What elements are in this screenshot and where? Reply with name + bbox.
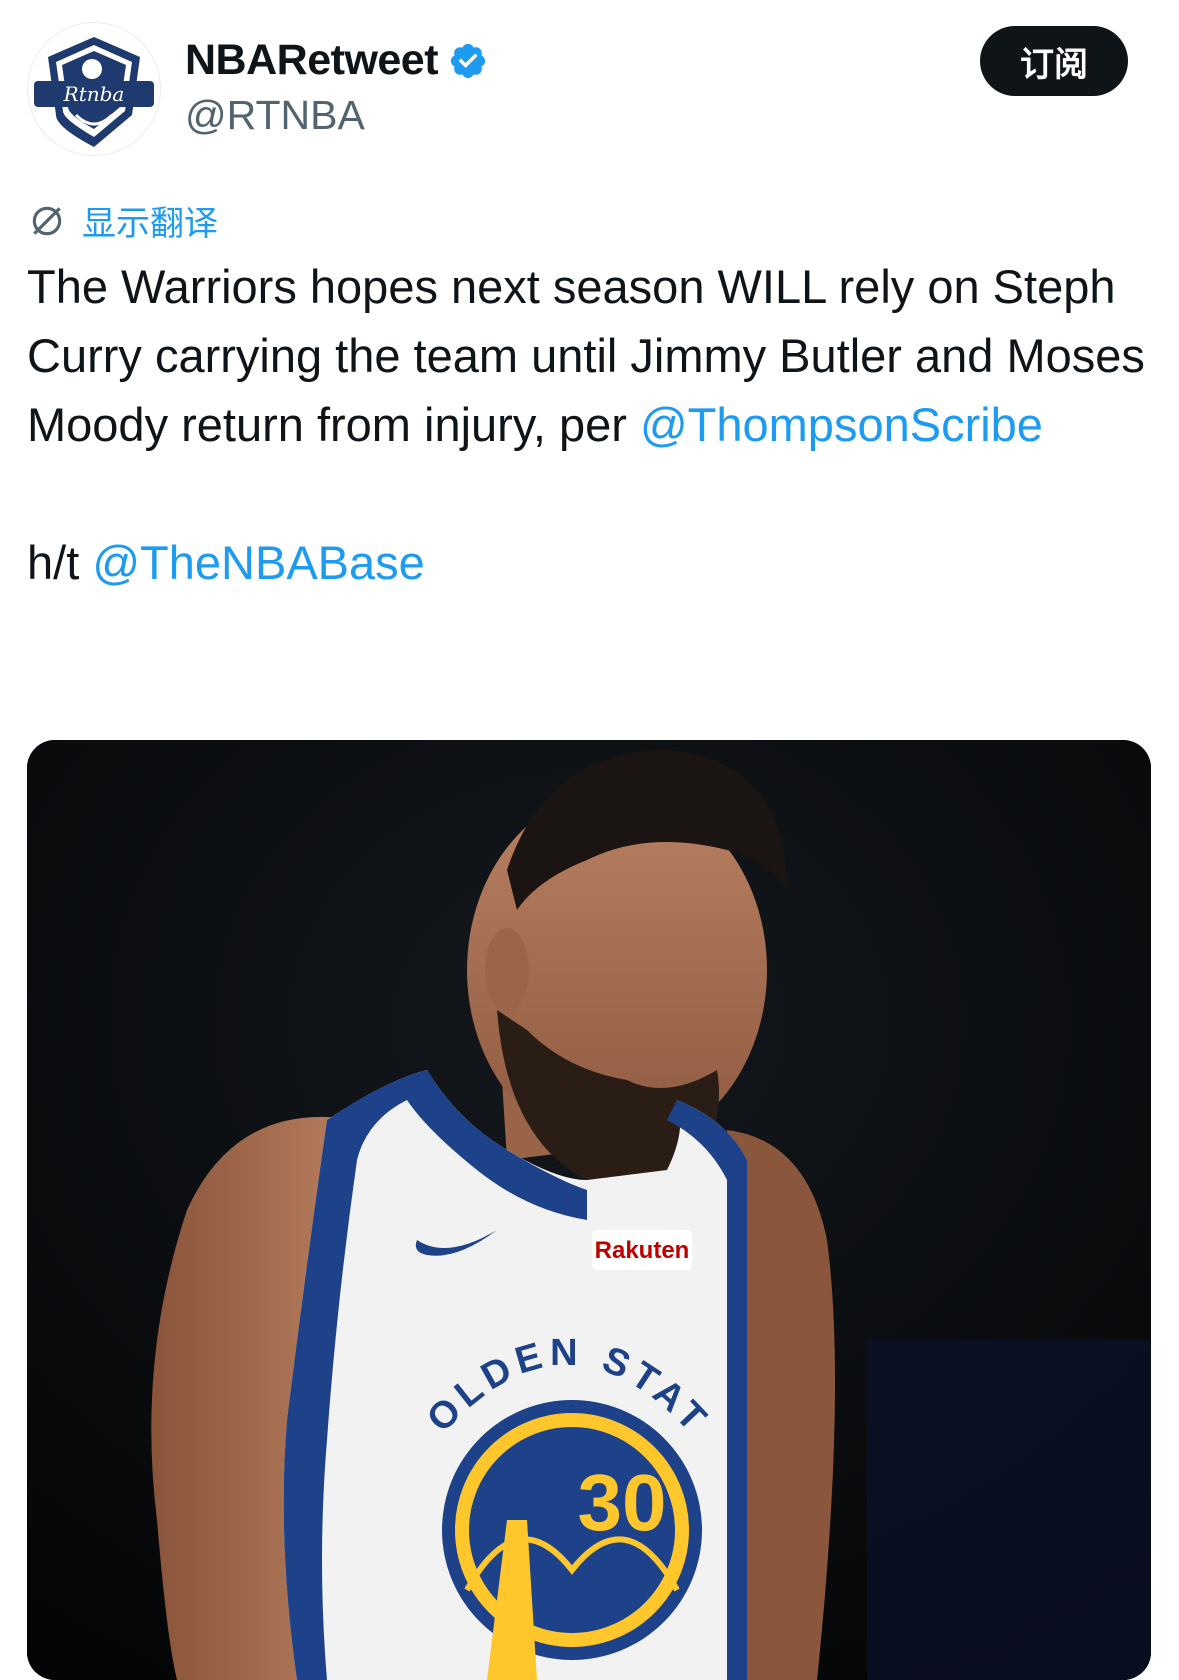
subscribe-button[interactable]: 订阅 bbox=[980, 26, 1128, 96]
svg-text:Rtnba: Rtnba bbox=[63, 82, 125, 106]
verified-badge-icon bbox=[450, 43, 486, 78]
sponsor-text: Rakuten bbox=[595, 1237, 690, 1264]
jersey-number-text: 30 bbox=[578, 1458, 667, 1547]
tweet-hat-tip: h/t @TheNBABase bbox=[27, 528, 1157, 597]
author-handle[interactable]: @RTNBA bbox=[185, 92, 365, 139]
author-avatar[interactable]: Rtnba bbox=[27, 22, 161, 156]
mention-thenbabase-link[interactable]: @TheNBABase bbox=[92, 536, 424, 589]
translate-icon bbox=[32, 206, 62, 235]
show-translation-link[interactable]: 显示翻译 bbox=[28, 196, 218, 245]
translate-label: 显示翻译 bbox=[82, 204, 218, 244]
player-photo-image: Rakuten GOLDEN STATE 30 bbox=[27, 740, 1151, 1680]
tweet-body: The Warriors hopes next season WILL rely… bbox=[27, 252, 1157, 597]
tweet-paragraph: The Warriors hopes next season WILL rely… bbox=[27, 252, 1157, 459]
tweet-media-image[interactable]: Rakuten GOLDEN STATE 30 bbox=[27, 740, 1151, 1680]
hat-tip-prefix: h/t bbox=[27, 536, 93, 589]
tweet-header: Rtnba NBARetweet @RTNBA 订阅 bbox=[0, 0, 1179, 170]
rtnba-logo-icon: Rtnba bbox=[28, 23, 160, 155]
author-name-text: NBARetweet bbox=[185, 36, 439, 84]
author-display-name[interactable]: NBARetweet bbox=[185, 36, 488, 85]
mention-thompsonscribe-link[interactable]: @ThompsonScribe bbox=[640, 398, 1043, 451]
